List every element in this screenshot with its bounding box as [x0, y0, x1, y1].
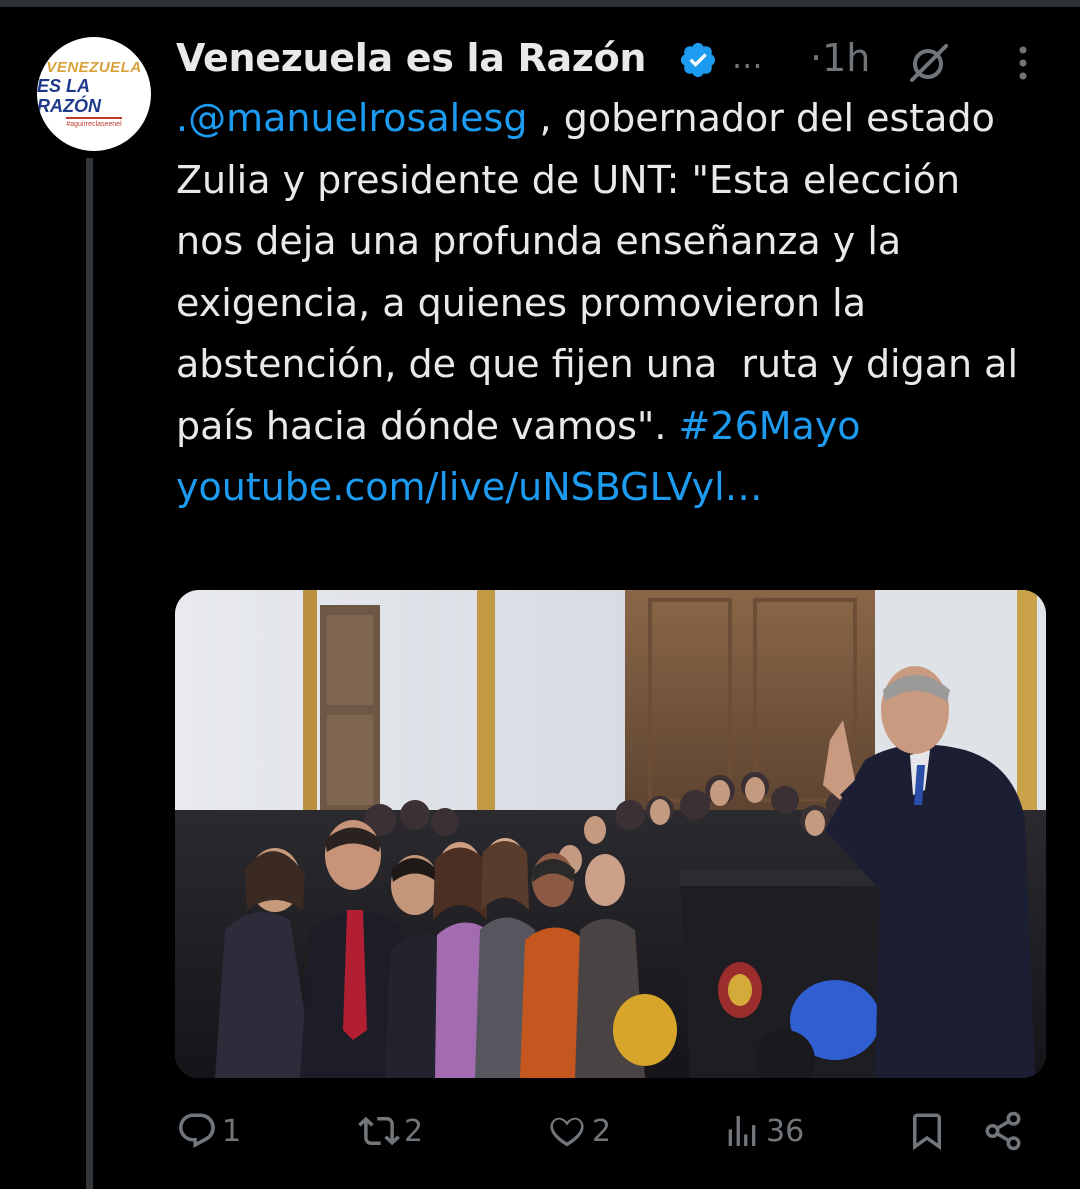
photo-scene	[175, 590, 1046, 1078]
url-link[interactable]: youtube.com/live/uNSBGLVyl…	[176, 465, 763, 509]
mention-link[interactable]: .@manuelrosalesg	[176, 96, 527, 140]
share-icon	[985, 1111, 1021, 1151]
handle-ellipsis: ...	[732, 38, 763, 76]
share-button[interactable]	[982, 1100, 1024, 1162]
verified-badge-icon	[680, 42, 716, 78]
tweet-photo[interactable]	[175, 590, 1046, 1078]
avatar-line-1: VENEZUELA	[46, 58, 142, 76]
repost-button[interactable]: 2	[358, 1100, 423, 1162]
reply-count: 1	[222, 1113, 242, 1149]
timestamp[interactable]: ·1h	[810, 36, 870, 80]
tweet-text: .@manuelrosalesg , gobernador del estado…	[176, 88, 1036, 519]
author-name[interactable]: Venezuela es la Razón	[176, 36, 646, 80]
view-count: 36	[766, 1113, 805, 1149]
bookmark-icon	[913, 1113, 941, 1151]
top-divider	[0, 0, 1080, 7]
views-icon	[728, 1116, 756, 1146]
bookmark-button[interactable]	[906, 1100, 948, 1162]
like-button[interactable]: 2	[546, 1100, 611, 1162]
avatar[interactable]: VENEZUELA ES LA RAZÓN #aguirreclaseenel	[37, 37, 151, 151]
tweet-body: , gobernador del estado Zulia y presiden…	[176, 96, 1031, 448]
more-options-icon[interactable]	[1010, 42, 1036, 84]
reply-button[interactable]: 1	[176, 1100, 241, 1162]
views-button[interactable]: 36	[722, 1100, 804, 1162]
heart-icon	[550, 1117, 584, 1147]
hashtag-link[interactable]: #26Mayo	[679, 404, 861, 448]
like-count: 2	[592, 1113, 612, 1149]
repost-icon	[358, 1116, 400, 1146]
tweet-header: Venezuela es la Razón ... ·1h	[176, 30, 1056, 86]
action-bar: 1 2 2 36	[0, 1100, 1080, 1162]
avatar-line-3: #aguirreclaseenel	[66, 116, 122, 129]
reply-icon	[179, 1113, 215, 1148]
repost-count: 2	[404, 1113, 424, 1149]
grok-icon[interactable]	[906, 42, 952, 84]
thread-line	[86, 158, 93, 1189]
avatar-line-2: ES LA RAZÓN	[37, 75, 101, 116]
